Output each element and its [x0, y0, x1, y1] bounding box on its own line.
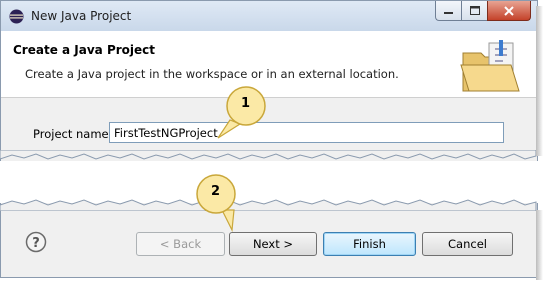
window-controls: [435, 1, 531, 21]
close-button[interactable]: [487, 1, 531, 21]
back-button[interactable]: < Back: [136, 232, 225, 256]
finish-button[interactable]: Finish: [323, 232, 416, 256]
project-name-input[interactable]: [109, 122, 504, 143]
java-project-folder-icon: [460, 40, 520, 92]
title-bar[interactable]: New Java Project: [1, 1, 537, 31]
minimize-icon: [444, 12, 453, 14]
callout-1-bubble: [217, 86, 266, 139]
drop-shadow-bottom: [536, 210, 543, 280]
page-description: Create a Java project in the workspace o…: [25, 67, 399, 81]
callout-1-number: 1: [241, 96, 251, 111]
window-title: New Java Project: [31, 9, 132, 23]
next-button[interactable]: Next >: [229, 232, 317, 256]
minimize-button[interactable]: [435, 1, 461, 21]
maximize-icon: [469, 6, 480, 15]
project-name-label: Project name:: [33, 127, 113, 141]
callout-2-number: 2: [211, 184, 221, 199]
torn-edge-bottom: [0, 199, 537, 211]
page-title: Create a Java Project: [13, 43, 156, 57]
drop-shadow-top: [536, 6, 543, 156]
callout-2: 2: [192, 174, 252, 233]
callout-1: 1: [212, 84, 272, 140]
torn-edge-top: [0, 150, 537, 160]
close-icon: [504, 5, 514, 16]
svg-text:?: ?: [32, 236, 40, 251]
maximize-button[interactable]: [461, 1, 487, 21]
eclipse-icon: [9, 9, 24, 24]
help-icon[interactable]: ?: [25, 231, 47, 253]
cancel-button[interactable]: Cancel: [422, 232, 513, 256]
callout-2-bubble: [196, 174, 236, 233]
